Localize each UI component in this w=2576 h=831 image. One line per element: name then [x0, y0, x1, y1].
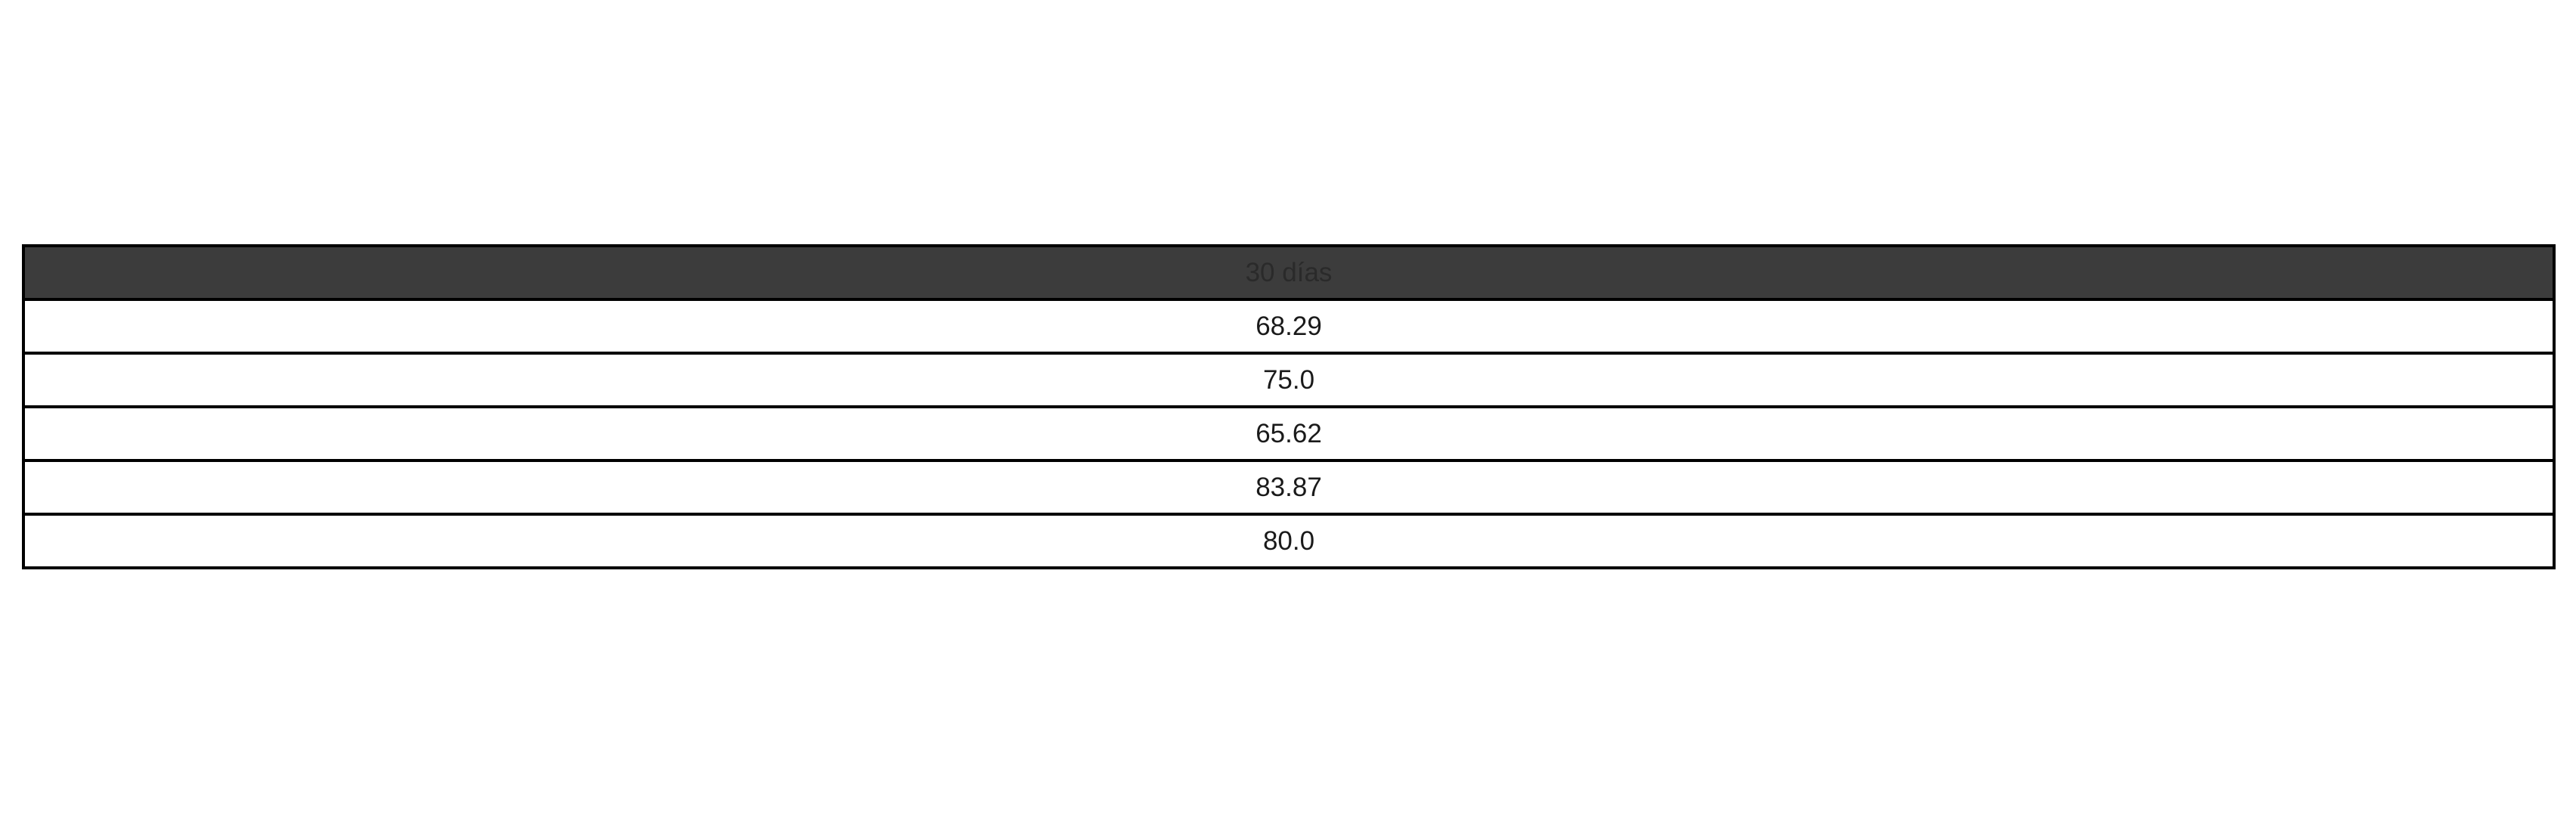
table-cell: 68.29 — [22, 298, 2556, 355]
table-cell: 75.0 — [22, 352, 2556, 408]
table-row: 68.29 — [22, 298, 2556, 355]
table-row: 83.87 — [22, 459, 2556, 516]
figure-canvas: 30 días 68.29 75.0 65.62 83.87 80.0 — [0, 0, 2576, 831]
column-header: 30 días — [22, 244, 2556, 301]
table-cell: 80.0 — [22, 513, 2556, 569]
table-row: 75.0 — [22, 352, 2556, 408]
table-header-row: 30 días — [22, 244, 2556, 301]
table-cell: 65.62 — [22, 405, 2556, 462]
data-table: 30 días 68.29 75.0 65.62 83.87 80.0 — [22, 244, 2556, 569]
table-cell: 83.87 — [22, 459, 2556, 516]
table-row: 65.62 — [22, 405, 2556, 462]
table-row: 80.0 — [22, 513, 2556, 569]
